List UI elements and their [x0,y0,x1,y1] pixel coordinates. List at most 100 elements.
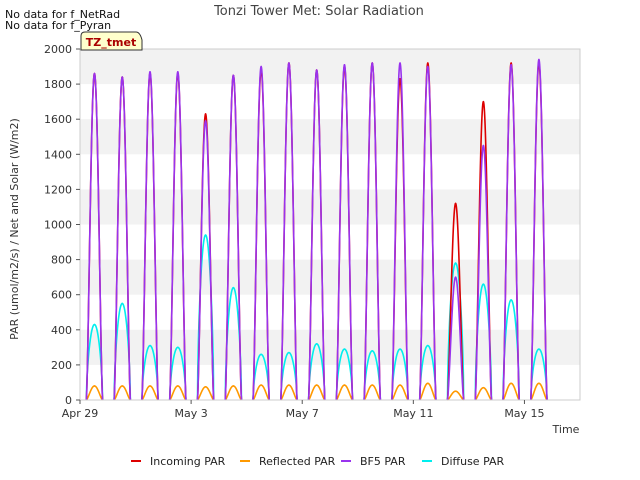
y-tick-label: 2000 [44,43,72,56]
y-tick-label: 1400 [44,148,72,161]
series-peak-point [121,385,124,387]
series-peak-point [315,343,318,345]
x-tick-label: Apr 29 [62,407,99,420]
series-peak-point [510,62,512,64]
series-peak-point [482,283,485,285]
series-day-curve [169,385,187,401]
series-peak-point [399,62,401,64]
y-tick-label: 1800 [44,78,72,91]
series-day-curve [308,384,326,401]
series-peak-point [260,384,262,386]
series-peak-point [204,120,207,122]
y-tick-label: 600 [51,289,72,302]
series-peak-point [232,286,235,289]
series-peak-point [427,65,429,68]
series-peak-point [343,384,346,386]
solar-radiation-chart: 0 200 400 600 800 1000 1200 1400 1600 1800 2000 Ap… [8,4,581,468]
x-tick-label: May 15 [504,407,544,420]
series-peak-point [288,351,290,354]
series-day-curve [502,382,520,401]
series-peak-point [454,276,457,278]
series-day-curve [363,384,381,401]
series-peak-point [288,384,290,386]
series-peak-point [177,385,179,387]
series-peak-point [399,384,401,386]
chart-legend: Incoming PAR Reflected PAR BF5 PAR Diffuse … [131,455,505,468]
grid-band [80,119,580,155]
series-day-curve [113,385,131,401]
series-reflected-par [85,382,548,401]
y-tick-label: 400 [51,324,72,337]
no-data-note-pyran: No data for f_Pyran [5,19,112,32]
series-peak-point [149,344,151,347]
series-peak-point [204,113,207,115]
series-day-curve [446,390,465,401]
series-peak-point [315,69,318,71]
series-peak-point [260,353,262,356]
series-peak-point [288,62,290,64]
series-peak-point [510,382,512,385]
legend-label: Diffuse PAR [441,455,505,468]
series-peak-point [427,62,429,64]
site-tag-label: TZ_tmet [86,36,136,49]
series-peak-point [149,385,151,387]
series-day-curve [474,386,492,401]
series-peak-point [121,302,124,305]
x-axis-ticks: Apr 29 May 3 May 7 May 11 May 15 [62,400,545,420]
series-peak-point [93,323,96,326]
series-day-curve [391,384,409,401]
series-peak-point [232,74,235,77]
series-peak-point [371,384,374,386]
series-day-curve [252,384,270,401]
y-tick-label: 0 [65,394,72,407]
series-peak-point [538,348,540,350]
legend-label: Reflected PAR [259,455,336,468]
series-peak-point [371,62,374,64]
x-tick-label: May 3 [174,407,207,420]
series-peak-point [538,58,540,61]
series-peak-point [482,100,485,103]
series-peak-point [538,382,540,385]
y-tick-label: 1000 [44,219,72,232]
series-peak-point [232,385,235,387]
series-peak-point [204,386,207,388]
series-peak-point [510,63,512,66]
y-axis-label: PAR (umol/m2/s) / Net and Solar (W/m2) [8,118,21,340]
series-peak-point [204,234,207,236]
series-peak-point [454,262,457,264]
y-tick-label: 200 [51,359,72,372]
series-peak-point [93,72,96,75]
series-peak-point [427,382,429,385]
series-day-curve [419,382,437,401]
series-day-curve [530,382,548,401]
series-peak-point [177,346,179,349]
y-tick-label: 800 [51,254,72,267]
series-peak-point [343,63,346,66]
series-day-curve [280,384,298,401]
series-peak-point [427,344,429,347]
series-peak-point [482,386,485,389]
series-day-curve [85,385,104,401]
x-tick-label: May 7 [286,407,319,420]
series-peak-point [482,144,485,147]
series-peak-point [371,350,374,352]
series-day-curve [335,384,354,401]
series-peak-point [149,71,151,73]
series-peak-point [399,348,401,350]
series-peak-point [343,348,346,350]
series-peak-point [315,384,318,386]
series-peak-point [510,299,512,301]
chart-title: Tonzi Tower Met: Solar Radiation [213,4,424,19]
y-tick-label: 1600 [44,113,72,126]
series-peak-point [454,202,457,205]
y-tick-label: 1200 [44,183,72,196]
grid-band [80,49,580,85]
x-tick-label: May 11 [393,407,433,420]
x-axis-label: Time [552,423,580,436]
site-tag: TZ_tmet [80,31,143,51]
series-peak-point [454,390,457,393]
series-peak-point [177,71,179,73]
legend-label: Incoming PAR [150,455,226,468]
y-axis-ticks: 0 200 400 600 800 1000 1200 1400 1600 1800 2000 [44,43,80,407]
series-peak-point [260,65,262,68]
